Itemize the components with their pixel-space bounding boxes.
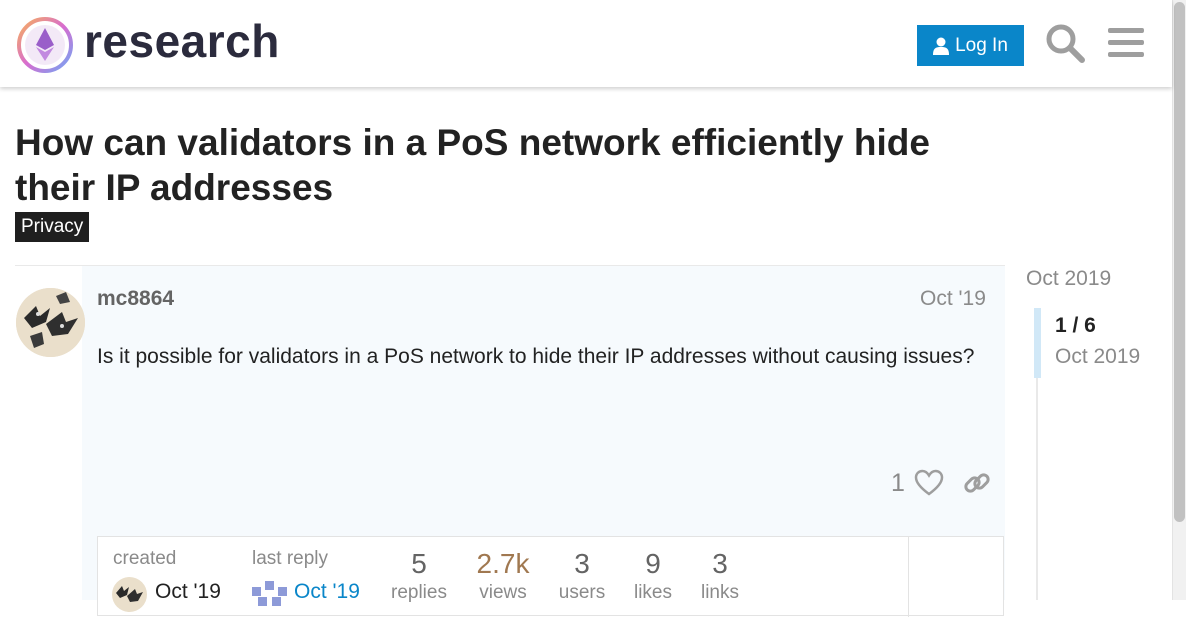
site-header: research Log In <box>0 0 1172 87</box>
topic-map: created Oct '19 last reply Oct '19 5 rep… <box>97 536 1004 617</box>
avatar[interactable] <box>16 288 85 357</box>
topic-title[interactable]: How can validators in a PoS network effi… <box>15 120 1005 210</box>
login-label: Log In <box>955 34 1008 56</box>
timeline-handle[interactable] <box>1034 308 1041 378</box>
topic-map-separator <box>908 537 909 617</box>
created-date[interactable]: Oct '19 <box>155 580 221 604</box>
like-count[interactable]: 1 <box>891 469 905 498</box>
research-logo-icon[interactable] <box>16 16 74 74</box>
avatar-image <box>16 288 85 357</box>
links-label: links <box>700 582 739 603</box>
users-label: users <box>558 582 606 603</box>
last-reply-date[interactable]: Oct '19 <box>294 580 360 604</box>
user-icon <box>933 37 950 55</box>
category-badge[interactable]: Privacy <box>15 212 90 242</box>
avatar[interactable] <box>252 577 287 612</box>
last-reply-label: last reply <box>252 548 329 569</box>
replies-label: replies <box>391 582 447 603</box>
login-button[interactable]: Log In <box>917 25 1024 66</box>
avatar-image <box>112 577 147 612</box>
post-content: Is it possible for validators in a PoS n… <box>97 345 975 368</box>
timeline-current-date: Oct 2019 <box>1055 345 1141 368</box>
created-label: created <box>113 548 177 569</box>
timeline-position: 1 / 6 <box>1055 314 1096 337</box>
timeline-start-date[interactable]: Oct 2019 <box>1026 267 1111 291</box>
post-username[interactable]: mc8864 <box>97 287 174 311</box>
heart-icon[interactable] <box>914 468 944 498</box>
hamburger-menu-icon[interactable] <box>1105 22 1147 64</box>
avatar[interactable] <box>112 577 147 612</box>
scrollbar-thumb[interactable] <box>1174 2 1185 522</box>
post-date[interactable]: Oct '19 <box>920 287 986 311</box>
page-scrollbar[interactable] <box>1172 0 1186 600</box>
replies-count: 5 <box>411 548 427 579</box>
links-count: 3 <box>712 548 728 579</box>
search-icon[interactable] <box>1044 22 1086 64</box>
users-count: 3 <box>574 548 590 579</box>
link-icon[interactable] <box>962 468 992 498</box>
views-label: views <box>479 582 527 603</box>
avatar-image <box>252 577 287 612</box>
site-brand[interactable]: research <box>84 14 280 68</box>
likes-label: likes <box>633 582 672 603</box>
views-count: 2.7k <box>476 548 530 579</box>
likes-count: 9 <box>645 548 661 579</box>
